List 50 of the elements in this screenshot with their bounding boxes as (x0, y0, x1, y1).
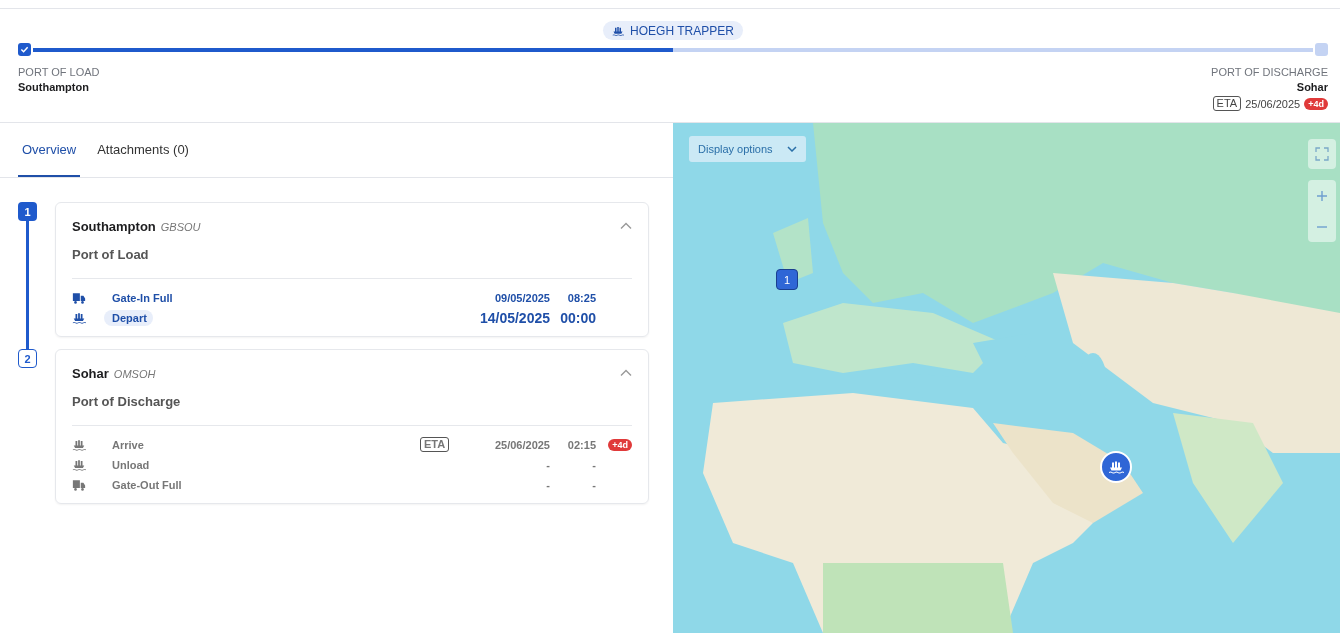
event-name: Gate-Out Full (111, 477, 183, 493)
port-name: Southampton (72, 219, 156, 234)
event-time: 02:15 (566, 438, 596, 451)
chevron-up-icon[interactable] (620, 369, 632, 377)
port-name: Sohar (1296, 81, 1328, 93)
event-date: 25/06/2025 (493, 438, 550, 451)
tab[interactable]: Attachments (0) (93, 123, 193, 177)
event-time: 00:00 (559, 309, 596, 326)
truck-icon (72, 290, 86, 305)
event-name: Unload (111, 457, 151, 473)
event-time: - (591, 478, 596, 491)
event-date: - (545, 458, 550, 471)
event-date: - (545, 478, 550, 491)
port-name: Sohar (72, 366, 109, 381)
stop-number: 2 (18, 349, 37, 368)
ship-icon (612, 24, 625, 37)
event-date: 09/05/2025 (493, 291, 550, 304)
event-name: Arrive (111, 437, 145, 453)
port-role: Port of Load (72, 247, 149, 262)
event-time: 08:25 (566, 291, 596, 304)
event-name: Gate-In Full (111, 290, 174, 306)
display-options-button[interactable]: Display options (689, 136, 806, 162)
eta-date: 25/06/2025 (1245, 97, 1301, 110)
chevron-down-icon (786, 146, 797, 152)
event-date: 14/05/2025 (478, 309, 550, 326)
eta-tag: ETA (420, 437, 450, 452)
stop-number: 1 (18, 202, 37, 221)
event-tag: Depart (104, 309, 153, 326)
port-code: GBSOU (160, 221, 201, 233)
event-time: - (591, 458, 596, 471)
tab[interactable]: Overview (18, 123, 81, 177)
port-role: Port of Discharge (72, 394, 181, 409)
port-code: OMSOH (113, 368, 156, 380)
port-label: PORT OF DISCHARGE (1211, 66, 1328, 78)
truck-icon (72, 477, 86, 492)
map-marker[interactable]: 1 (776, 269, 798, 290)
eta-tag: ETA (1212, 96, 1242, 111)
fullscreen-icon (1315, 147, 1329, 161)
ship-icon (72, 310, 86, 325)
ship-icon (72, 457, 86, 472)
chevron-up-icon[interactable] (620, 222, 632, 230)
vessel-badge: HOEGH TRAPPER (603, 21, 743, 40)
ship-icon (1108, 459, 1124, 475)
port-label: PORT OF LOAD (18, 66, 100, 78)
ship-icon (72, 437, 86, 452)
fullscreen-button[interactable] (1308, 139, 1336, 169)
delay-badge: +4d (1304, 97, 1328, 110)
plus-icon (1316, 189, 1328, 202)
port-name: Southampton (18, 81, 90, 93)
delay-badge: +4d (608, 438, 632, 451)
